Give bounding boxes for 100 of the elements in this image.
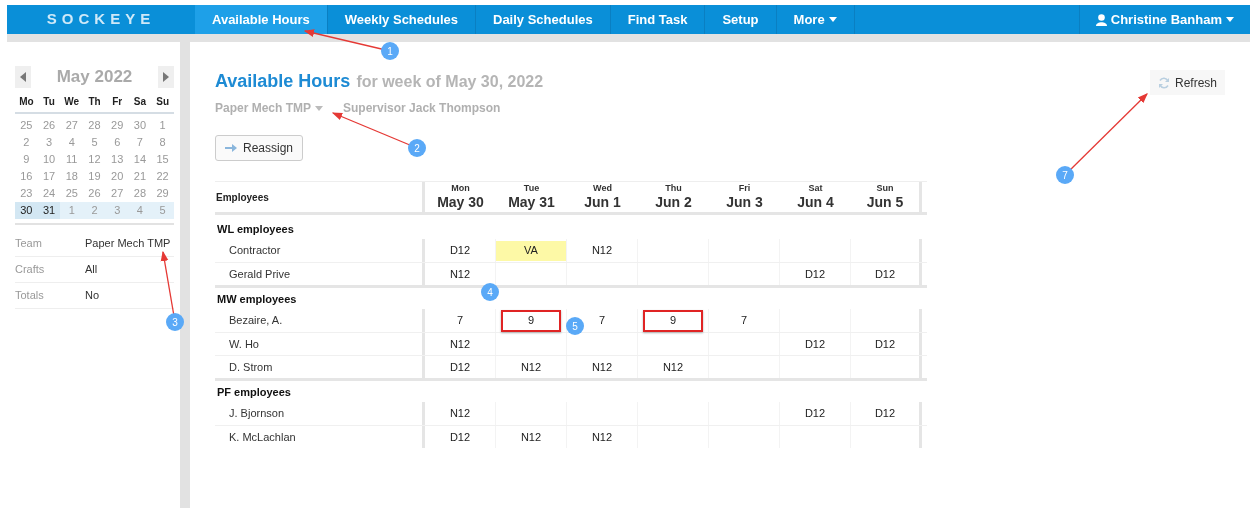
previous-month-button[interactable] <box>15 66 31 88</box>
refresh-button[interactable]: Refresh <box>1149 70 1225 95</box>
nav-tab[interactable]: Available Hours <box>195 5 328 34</box>
schedule-cell-text: 7 <box>598 313 606 329</box>
calendar-day[interactable]: 30 <box>128 117 152 134</box>
brand-logo[interactable]: SOCKEYE <box>46 8 156 31</box>
callout-badge: 5 <box>566 317 584 335</box>
filter-label: Crafts <box>15 262 46 278</box>
calendar-day[interactable]: 14 <box>128 151 152 168</box>
calendar-day[interactable]: 2 <box>83 202 106 219</box>
calendar-week-row[interactable]: 25 26 27 28 29 30 1 <box>15 117 174 134</box>
calendar-day[interactable]: 1 <box>151 117 174 134</box>
weekday-label: Th <box>87 95 102 109</box>
calendar-day[interactable]: 21 <box>128 168 152 185</box>
calendar-day[interactable]: 27 <box>105 185 129 202</box>
calendar-day[interactable]: 9 <box>15 151 38 168</box>
calendar-day[interactable]: 29 <box>151 185 174 202</box>
date-header: Jun 3 <box>726 194 763 211</box>
calendar-day[interactable]: 26 <box>83 185 106 202</box>
filter-value: Paper Mech TMP <box>85 236 171 252</box>
calendar-day[interactable]: 23 <box>15 185 38 202</box>
calendar-day[interactable]: 12 <box>83 151 106 168</box>
schedule-cell-text: D12 <box>449 243 471 259</box>
schedule-cell-text: D12 <box>874 406 896 422</box>
weekday-header: Sat <box>808 183 823 194</box>
group-header: WL employees <box>216 221 294 237</box>
supervisor-label: Supervisor Jack Thompson <box>343 100 501 117</box>
calendar-day[interactable]: 16 <box>15 168 38 185</box>
reassign-button[interactable]: Reassign <box>215 135 304 161</box>
date-header: May 30 <box>437 194 484 211</box>
employee-name: Contractor <box>229 243 281 259</box>
schedule-cell-text: N12 <box>520 429 542 445</box>
schedule-cell-text: N12 <box>449 266 471 282</box>
schedule-cell-text: N12 <box>449 336 471 352</box>
page-title: Available Hours <box>215 70 351 93</box>
calendar-day[interactable]: 2 <box>15 134 38 151</box>
calendar-day[interactable]: 30 <box>15 202 38 219</box>
calendar-day[interactable]: 19 <box>83 168 106 185</box>
calendar-day[interactable]: 29 <box>105 117 129 134</box>
calendar-day[interactable]: 26 <box>37 117 61 134</box>
schedule-cell-text: D12 <box>874 336 896 352</box>
date-header: Jun 5 <box>866 194 904 211</box>
calendar-day[interactable]: 13 <box>105 151 129 168</box>
team-dropdown[interactable]: Paper Mech TMP <box>215 99 324 117</box>
callout-badge: 3 <box>166 313 184 331</box>
calendar-week-row[interactable]: 2 3 4 5 6 7 8 <box>15 134 174 151</box>
calendar-day[interactable]: 25 <box>60 185 84 202</box>
month-title: May 2022 <box>56 66 133 89</box>
group-header: PF employees <box>216 384 291 400</box>
calendar-week-row[interactable]: 16 17 18 19 20 21 22 <box>15 168 174 185</box>
calendar-day[interactable]: 17 <box>37 168 61 185</box>
weekday-label: We <box>63 95 81 109</box>
schedule-cell-text: N12 <box>449 406 471 422</box>
calendar-week-row[interactable]: 30 31 1 2 3 4 5 <box>15 202 174 219</box>
calendar-day[interactable]: 20 <box>105 168 129 185</box>
calendar-day[interactable]: 28 <box>128 185 152 202</box>
triangle-right-icon <box>163 72 169 82</box>
calendar-day[interactable]: 28 <box>83 117 106 134</box>
schedule-cell-text: N12 <box>591 243 613 259</box>
refresh-icon <box>1157 76 1170 89</box>
calendar-day[interactable]: 7 <box>128 134 152 151</box>
next-month-button[interactable] <box>158 66 174 88</box>
triangle-left-icon <box>20 72 26 82</box>
calendar-day[interactable]: 8 <box>151 134 174 151</box>
weekday-label: Su <box>155 95 170 109</box>
calendar-day[interactable]: 22 <box>151 168 174 185</box>
calendar-day[interactable]: 1 <box>60 202 84 219</box>
schedule-cell: VA <box>496 240 566 261</box>
calendar-day[interactable]: 11 <box>60 151 84 168</box>
calendar-day[interactable]: 4 <box>128 202 152 219</box>
caret-icon <box>1226 17 1234 22</box>
weekday-label: Mo <box>18 95 35 109</box>
calendar-day[interactable]: 25 <box>15 117 38 134</box>
calendar-week-row[interactable]: 23 24 25 26 27 28 29 <box>15 185 174 202</box>
schedule-cell-text: D12 <box>804 336 826 352</box>
calendar-day[interactable]: 31 <box>37 202 61 219</box>
schedule-cell: 9 <box>501 309 561 332</box>
calendar-day[interactable]: 24 <box>37 185 61 202</box>
calendar-day[interactable]: 5 <box>83 134 106 151</box>
column-header: Employees <box>216 190 269 205</box>
weekday-header: Tue <box>523 183 540 194</box>
employee-name: Gerald Prive <box>229 266 291 282</box>
calendar-day[interactable]: 3 <box>105 202 129 219</box>
employee-name: Bezaire, A. <box>229 313 283 329</box>
calendar-week-row[interactable]: 9 10 11 12 13 14 15 <box>15 151 174 168</box>
schedule-cell-text: 7 <box>456 313 464 329</box>
calendar-day[interactable]: 18 <box>60 168 84 185</box>
filter-value: All <box>85 262 98 278</box>
callout-badge: 2 <box>408 139 426 157</box>
calendar-day[interactable]: 3 <box>37 134 61 151</box>
calendar-day[interactable]: 4 <box>60 134 84 151</box>
weekday-header: Wed <box>593 183 612 194</box>
calendar-day[interactable]: 5 <box>151 202 174 219</box>
date-header: Jun 4 <box>797 194 834 211</box>
calendar-day[interactable]: 27 <box>60 117 84 134</box>
employee-name: J. Bjornson <box>229 406 285 422</box>
calendar-day[interactable]: 15 <box>151 151 174 168</box>
calendar-day[interactable]: 10 <box>37 151 61 168</box>
calendar-day[interactable]: 6 <box>105 134 129 151</box>
schedule-cell-text: N12 <box>591 359 613 375</box>
